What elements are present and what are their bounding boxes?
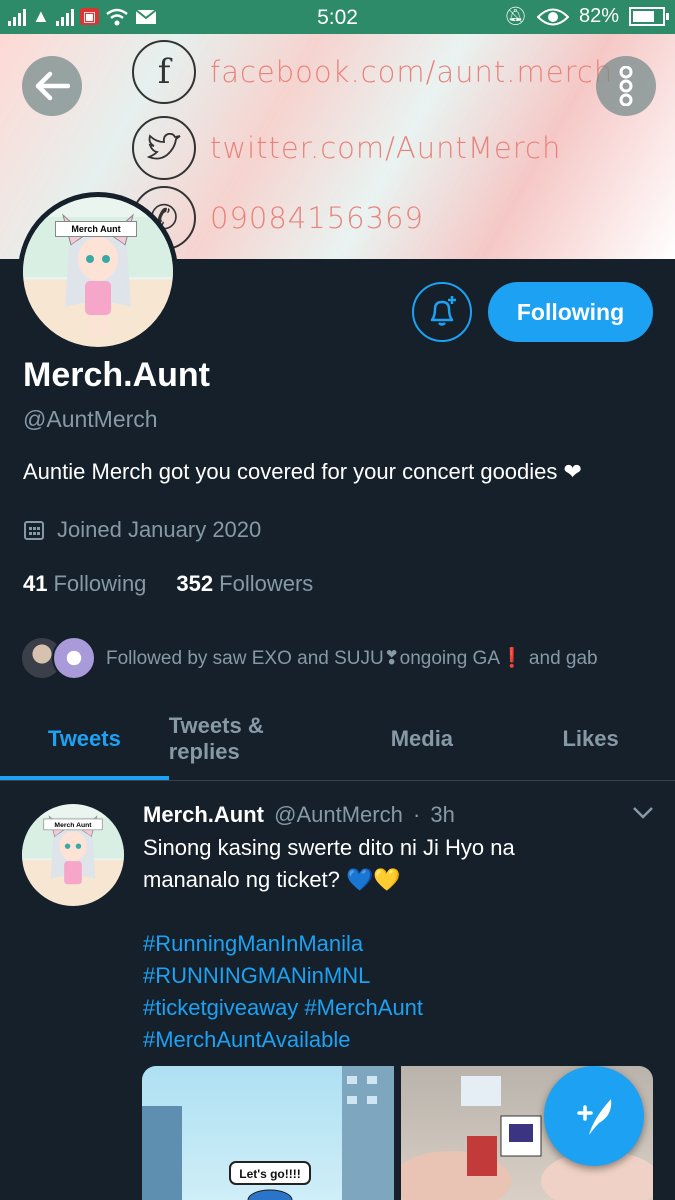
facebook-icon: f xyxy=(132,40,196,104)
following-count-link[interactable]: 41 Following xyxy=(23,571,146,597)
following-button[interactable]: Following xyxy=(488,282,653,342)
back-arrow-icon xyxy=(35,71,70,101)
banner-phone-row: ✆ 09084156369 xyxy=(132,186,424,250)
follow-counts: 41 Following 352 Followers xyxy=(23,571,313,597)
status-icons-right: 🔕︎ 82% xyxy=(504,5,669,28)
tweet-text: Sinong kasing swerte dito ni Ji Hyo na m… xyxy=(143,835,515,892)
followed-by-text: Followed by saw EXO and SUJU❣ongoing GA❗… xyxy=(106,648,598,669)
banner-phone-text: 09084156369 xyxy=(210,201,424,235)
tweet-author-handle: @AuntMerch xyxy=(274,802,403,827)
compose-quill-icon xyxy=(577,1099,612,1135)
banner-twitter-text: twitter.com/AuntMerch xyxy=(210,131,562,165)
avatar-character-illustration xyxy=(23,213,173,337)
tab-tweets-replies[interactable]: Tweets & replies xyxy=(169,698,338,780)
tweet-options-button[interactable] xyxy=(632,806,654,825)
tweet-author-avatar[interactable]: Merch Aunt xyxy=(22,804,124,906)
profile-avatar[interactable]: Merch Aunt xyxy=(18,192,178,352)
followers-you-know-avatars xyxy=(20,636,96,680)
tweet-hashtags: #RunningManInManila #RUNNINGMANinMNL #ti… xyxy=(143,928,423,1056)
avatar-character-illustration: Merch Aunt xyxy=(22,815,124,885)
joined-date-row: Joined January 2020 xyxy=(23,517,261,543)
battery-icon xyxy=(629,7,669,26)
tweet-media-image-1[interactable]: Let's go!!!! xyxy=(142,1066,394,1200)
media-speech-bubble: Let's go!!!! xyxy=(239,1167,301,1181)
profile-tabs: Tweets Tweets & replies Media Likes xyxy=(0,698,675,781)
twitter-bird-icon xyxy=(132,116,196,180)
tab-media[interactable]: Media xyxy=(338,698,507,780)
following-count: 41 xyxy=(23,571,48,596)
joined-date: Joined January 2020 xyxy=(57,517,262,542)
followers-label: Followers xyxy=(219,571,314,596)
profile-handle: @AuntMerch xyxy=(23,406,158,432)
overflow-menu-button[interactable] xyxy=(596,56,656,116)
tab-likes[interactable]: Likes xyxy=(506,698,675,780)
profile-name: Merch.Aunt xyxy=(23,356,210,394)
compose-tweet-button[interactable] xyxy=(544,1066,644,1166)
tweet-header: Merch.Aunt @AuntMerch · 3h xyxy=(143,802,455,828)
tab-tweets[interactable]: Tweets xyxy=(0,698,169,780)
bell-plus-icon xyxy=(430,296,456,326)
following-label: Following xyxy=(53,571,147,596)
hashtag-link[interactable]: #MerchAuntAvailable xyxy=(143,1024,423,1056)
banner-facebook-row: f facebook.com/aunt.merch xyxy=(132,40,613,104)
avatar-sign: Merch Aunt xyxy=(55,221,137,237)
followed-by-row[interactable]: Followed by saw EXO and SUJU❣ongoing GA❗… xyxy=(20,636,598,680)
hashtag-link[interactable]: #RUNNINGMANinMNL xyxy=(143,960,423,992)
eye-icon xyxy=(536,8,569,25)
banner-facebook-text: facebook.com/aunt.merch xyxy=(210,55,614,89)
profile-bio: Auntie Merch got you covered for your co… xyxy=(23,459,582,484)
hashtag-link[interactable]: #RunningManInManila xyxy=(143,928,423,960)
status-bar: ▲ ▣ 5:02 🔕︎ 82% xyxy=(0,0,675,34)
tweet-author-name[interactable]: Merch.Aunt xyxy=(143,802,264,827)
mute-icon: 🔕︎ xyxy=(504,6,527,26)
followers-count: 352 xyxy=(176,571,214,596)
notifications-button[interactable] xyxy=(412,282,472,342)
hashtag-link[interactable]: #ticketgiveaway #MerchAunt xyxy=(143,992,423,1024)
avatar-image: Merch Aunt xyxy=(23,197,173,347)
tweet-dot: · xyxy=(412,802,421,827)
followers-count-link[interactable]: 352 Followers xyxy=(176,571,313,597)
more-vertical-icon xyxy=(619,66,633,106)
battery-percent: 82% xyxy=(578,5,619,27)
city-cartoon-illustration: Let's go!!!! xyxy=(142,1066,394,1200)
tweet-time: 3h xyxy=(430,802,455,827)
back-button[interactable] xyxy=(22,56,82,116)
avatar xyxy=(52,636,96,680)
chevron-down-icon xyxy=(633,807,653,819)
tweet-avatar-sign: Merch Aunt xyxy=(54,822,92,829)
banner-twitter-row: twitter.com/AuntMerch xyxy=(132,116,561,180)
calendar-icon xyxy=(24,521,44,540)
